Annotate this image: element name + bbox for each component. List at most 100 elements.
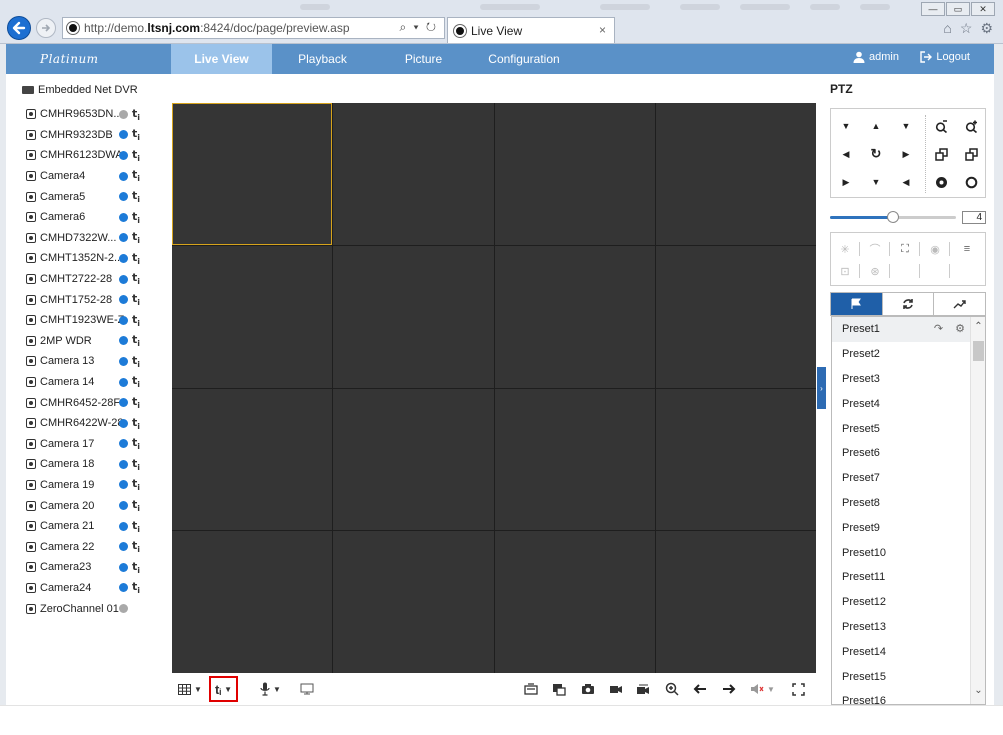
camera-tree-item[interactable]: CMHD7322W... ti <box>26 228 166 249</box>
video-window[interactable] <box>172 531 333 673</box>
video-window[interactable] <box>494 388 655 531</box>
ptz-menu-button[interactable]: ≡ <box>957 241 977 257</box>
camera-tree-item[interactable]: Camera 21 ti <box>26 516 166 537</box>
wiper-button[interactable]: ⌒ <box>865 241 885 257</box>
preset-item[interactable]: Preset4 <box>832 391 971 416</box>
address-bar[interactable]: http://demo. ltsnj.com:8424/doc/page/prev… <box>62 17 445 39</box>
fullscreen-button[interactable] <box>792 679 805 699</box>
stream-type-icon[interactable]: ti <box>132 395 140 410</box>
stream-type-icon[interactable]: ti <box>132 374 140 389</box>
video-window[interactable] <box>333 388 494 531</box>
scroll-down-icon[interactable]: ⌄ <box>971 685 985 696</box>
set-preset-gear-icon[interactable]: ⚙ <box>955 322 965 335</box>
call-preset-icon[interactable]: ↷ <box>934 322 943 335</box>
ptz-down-left-button[interactable]: ▶ <box>833 171 859 193</box>
preset-item[interactable]: Preset8 <box>832 491 971 516</box>
light-button[interactable]: ✳ <box>835 241 855 257</box>
camera-tree-item[interactable]: Camera 22 ti <box>26 536 166 557</box>
camera-tree-item[interactable]: ZeroChannel 01 <box>26 598 166 619</box>
record-button[interactable] <box>609 679 623 699</box>
start-all-button[interactable] <box>552 679 566 699</box>
video-window[interactable] <box>333 245 494 388</box>
camera-tree-item[interactable]: CMHT2722-28 ti <box>26 269 166 290</box>
volume-button[interactable]: ▼ <box>750 679 775 699</box>
ptz-down-button[interactable]: ▼ <box>863 171 889 193</box>
stream-type-icon[interactable]: ti <box>132 354 140 369</box>
browser-tab[interactable]: Live View × <box>447 17 615 43</box>
stream-type-icon[interactable]: ti <box>132 127 140 142</box>
tree-root-dvr[interactable]: Embedded Net DVR <box>22 84 138 96</box>
video-window[interactable] <box>333 103 494 245</box>
tab-preset[interactable] <box>831 293 883 315</box>
camera-tree-item[interactable]: Camera24 ti <box>26 578 166 599</box>
home-icon[interactable]: ⌂ <box>943 20 951 37</box>
slider-handle[interactable] <box>887 211 899 223</box>
tab-pattern[interactable] <box>934 293 985 315</box>
camera-tree-item[interactable]: Camera 14 ti <box>26 372 166 393</box>
ptz-up-left-button[interactable]: ▼ <box>833 115 859 137</box>
minimize-button[interactable]: — <box>921 2 945 16</box>
stream-type-icon[interactable]: ti <box>132 168 140 183</box>
menu-playback[interactable]: Playback <box>272 44 373 74</box>
window-layout-button[interactable]: ▼ <box>178 679 202 699</box>
stream-type-icon[interactable]: ti <box>132 560 140 575</box>
logout-button[interactable]: Logout <box>920 51 970 63</box>
stop-all-button[interactable] <box>524 679 538 699</box>
tab-close-button[interactable]: × <box>599 23 606 37</box>
ptz-speed-slider[interactable] <box>830 211 956 223</box>
auxiliary-focus-button[interactable]: ⛶ <box>895 241 915 257</box>
preset-item[interactable]: Preset1 ↷ ⚙ <box>832 317 971 342</box>
record-all-button[interactable] <box>636 679 651 699</box>
preset-item[interactable]: Preset2 <box>832 342 971 367</box>
camera-tree-item[interactable]: Camera4 ti <box>26 166 166 187</box>
ptz-auto-button[interactable]: ↻ <box>863 143 889 165</box>
stream-type-icon[interactable]: ti <box>132 477 140 492</box>
camera-tree-item[interactable]: Camera 13 ti <box>26 351 166 372</box>
video-window[interactable] <box>494 245 655 388</box>
preset-item[interactable]: Preset16 <box>832 689 971 704</box>
preset-item[interactable]: Preset6 <box>832 441 971 466</box>
favorites-star-icon[interactable]: ☆ <box>960 20 973 37</box>
menu-live-view[interactable]: Live View <box>171 44 272 74</box>
video-window[interactable] <box>172 103 333 245</box>
maximize-button[interactable]: ▭ <box>946 2 970 16</box>
ptz-up-button[interactable]: ▲ <box>863 115 889 137</box>
next-page-button[interactable] <box>722 679 736 699</box>
digital-zoom-button[interactable] <box>665 679 679 699</box>
back-button[interactable] <box>7 16 31 40</box>
camera-tree-item[interactable]: Camera 18 ti <box>26 454 166 475</box>
manual-track-button[interactable]: ⊡ <box>835 263 855 279</box>
video-window[interactable] <box>333 531 494 673</box>
stream-type-icon[interactable]: ti <box>132 313 140 328</box>
preset-item[interactable]: Preset5 <box>832 416 971 441</box>
3d-zoom-button[interactable]: ⊛ <box>865 263 885 279</box>
video-window[interactable] <box>655 388 816 531</box>
camera-tree-item[interactable]: Camera 20 ti <box>26 495 166 516</box>
video-window[interactable] <box>494 103 655 245</box>
stream-type-icon[interactable]: ti <box>132 539 140 554</box>
capture-button[interactable] <box>581 679 595 699</box>
lens-init-button[interactable]: ◉ <box>925 241 945 257</box>
preset-item[interactable]: Preset11 <box>832 565 971 590</box>
stream-type-icon[interactable]: ti <box>132 230 140 245</box>
stream-type-icon[interactable]: ti <box>132 416 140 431</box>
menu-picture[interactable]: Picture <box>373 44 474 74</box>
previous-page-button[interactable] <box>693 679 707 699</box>
preset-item[interactable]: Preset9 <box>832 515 971 540</box>
stream-type-icon[interactable]: ti <box>132 148 140 163</box>
camera-tree-item[interactable]: CMHT1752-28 ti <box>26 289 166 310</box>
ptz-left-button[interactable]: ◀ <box>833 143 859 165</box>
stream-type-icon[interactable]: ti <box>132 580 140 595</box>
camera-tree-item[interactable]: CMHR9653DN... ti <box>26 104 166 125</box>
plugin-button[interactable] <box>300 679 314 699</box>
stream-type-icon[interactable]: ti <box>132 292 140 307</box>
video-window[interactable] <box>655 103 816 245</box>
scroll-thumb[interactable] <box>973 341 984 361</box>
video-window[interactable] <box>655 531 816 673</box>
stream-type-icon[interactable]: ti <box>132 107 140 122</box>
iris-open-button[interactable] <box>928 171 954 193</box>
ptz-right-button[interactable]: ▶ <box>893 143 919 165</box>
tab-patrol[interactable] <box>883 293 935 315</box>
stream-type-icon[interactable]: ti <box>132 436 140 451</box>
ptz-down-right-button[interactable]: ◀ <box>893 171 919 193</box>
